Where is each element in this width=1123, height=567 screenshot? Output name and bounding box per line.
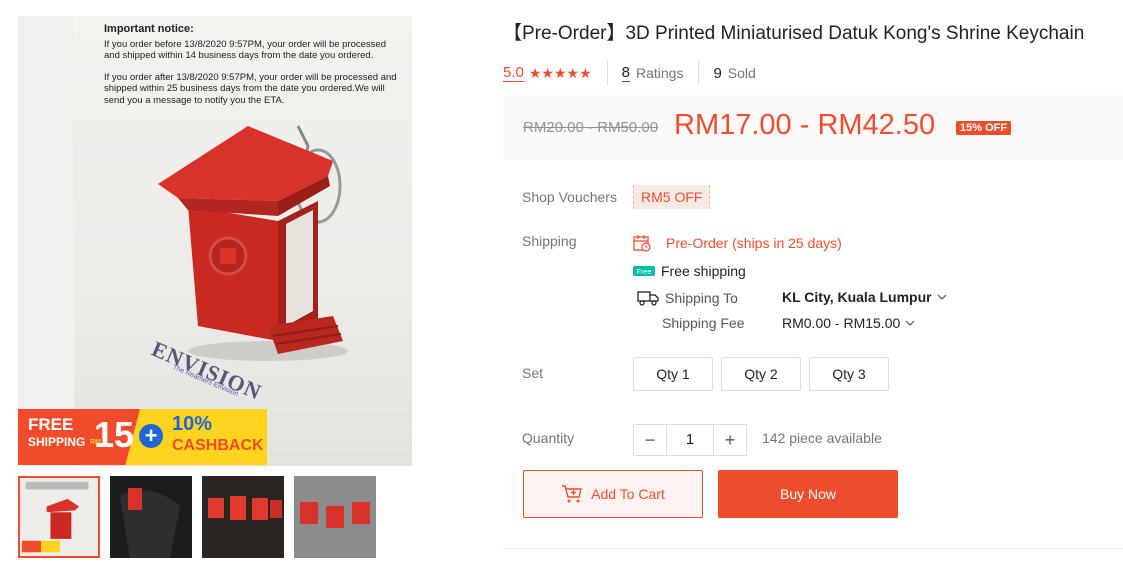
chevron-down-icon	[937, 294, 947, 300]
increase-button[interactable]: +	[714, 425, 746, 455]
set-label: Set	[522, 365, 544, 381]
chevron-down-icon	[905, 320, 915, 326]
rating-row: 5.0 ★★★★★ 8 Ratings 9 Sold	[503, 61, 756, 85]
divider	[606, 61, 608, 85]
star-rating-icon: ★★★★★	[528, 64, 592, 81]
ratings-count[interactable]: 8	[621, 64, 630, 82]
quantity-label: Quantity	[522, 430, 575, 446]
free-badge-text: Free	[637, 269, 652, 276]
notice-paragraph-2: If you order after 13/8/2020 9:57PM, you…	[104, 71, 397, 106]
shipping-to-selector[interactable]: KL City, Kuala Lumpur	[782, 289, 947, 305]
sold-count: 9	[713, 64, 722, 82]
preorder-line: Pre-Order (ships in 25 days)	[633, 234, 842, 252]
product-title: 【Pre-Order】3D Printed Miniaturised Datuk…	[503, 23, 1085, 44]
shipping-fee-line: Shipping Fee	[662, 315, 745, 331]
truck-icon	[637, 291, 659, 306]
promo-shipping-text: SHIPPING	[28, 435, 86, 449]
promo-amount: 15	[94, 414, 135, 455]
shipping-to-line: Shipping To	[637, 289, 738, 307]
cart-icon	[562, 485, 583, 503]
shrine-keychain-image	[158, 125, 348, 361]
main-product-image[interactable]: Important notice: If you order before 13…	[18, 16, 412, 466]
shipping-fee-selector[interactable]: RM0.00 - RM15.00	[782, 315, 915, 331]
important-notice: Important notice: If you order before 13…	[104, 23, 404, 116]
option-qty-1[interactable]: Qty 1	[633, 357, 713, 391]
divider	[503, 548, 1123, 549]
shipping-label: Shipping	[522, 233, 577, 249]
sold-label: Sold	[727, 65, 756, 81]
shipping-fee-label: Shipping Fee	[662, 315, 745, 331]
decrease-button[interactable]: −	[634, 425, 666, 455]
thumbnail-image	[202, 476, 284, 558]
thumbnail-image	[294, 476, 376, 558]
free-shipping-icon: Free	[633, 266, 655, 276]
quantity-stepper: − 1 +	[633, 424, 747, 456]
option-qty-3[interactable]: Qty 3	[809, 357, 889, 391]
buy-now-button[interactable]: Buy Now	[718, 470, 898, 518]
current-price: RM17.00 - RM42.50	[674, 109, 936, 141]
rating-score[interactable]: 5.0	[503, 64, 524, 82]
promo-plus-icon: +	[139, 424, 163, 448]
promo-cashback: CASHBACK	[172, 437, 264, 454]
discount-badge: 15% OFF	[956, 121, 1012, 135]
original-price: RM20.00 - RM50.00	[523, 119, 659, 136]
voucher-chip[interactable]: RM5 OFF	[633, 185, 711, 209]
promo-banner: FREE SHIPPING RM 15 + 10% CASHBACK	[18, 409, 267, 465]
thumbnail-1[interactable]	[18, 476, 100, 558]
ratings-label: Ratings	[635, 65, 684, 81]
notice-paragraph-1: If you order before 13/8/2020 9:57PM, yo…	[104, 38, 386, 62]
shipping-to-value: KL City, Kuala Lumpur	[782, 289, 932, 305]
quantity-input[interactable]: 1	[666, 425, 714, 455]
shop-vouchers-label: Shop Vouchers	[522, 189, 617, 205]
product-page: Important notice: If you order before 13…	[0, 0, 1123, 567]
thumbnail-2[interactable]	[110, 476, 192, 558]
price-section: RM20.00 - RM50.00 RM17.00 - RM42.50 15% …	[503, 95, 1123, 160]
divider	[698, 61, 700, 85]
stock-available: 142 piece available	[762, 430, 882, 446]
free-shipping-line: Free Free shipping	[633, 263, 746, 279]
calendar-icon	[633, 235, 651, 252]
thumbnail-image	[20, 478, 98, 556]
shipping-to-label: Shipping To	[665, 290, 738, 306]
preorder-text: Pre-Order (ships in 25 days)	[666, 235, 842, 251]
add-to-cart-label: Add To Cart	[591, 486, 665, 502]
thumbnail-3[interactable]	[202, 476, 284, 558]
promo-percent: 10%	[172, 413, 213, 435]
notice-title: Important notice:	[104, 23, 194, 35]
free-shipping-text: Free shipping	[661, 263, 746, 279]
option-qty-2[interactable]: Qty 2	[721, 357, 801, 391]
promo-free-text: FREE	[28, 415, 74, 434]
thumbnail-image	[110, 476, 192, 558]
add-to-cart-button[interactable]: Add To Cart	[523, 470, 703, 518]
thumbnail-4[interactable]	[294, 476, 376, 558]
shipping-fee-value: RM0.00 - RM15.00	[782, 315, 901, 331]
